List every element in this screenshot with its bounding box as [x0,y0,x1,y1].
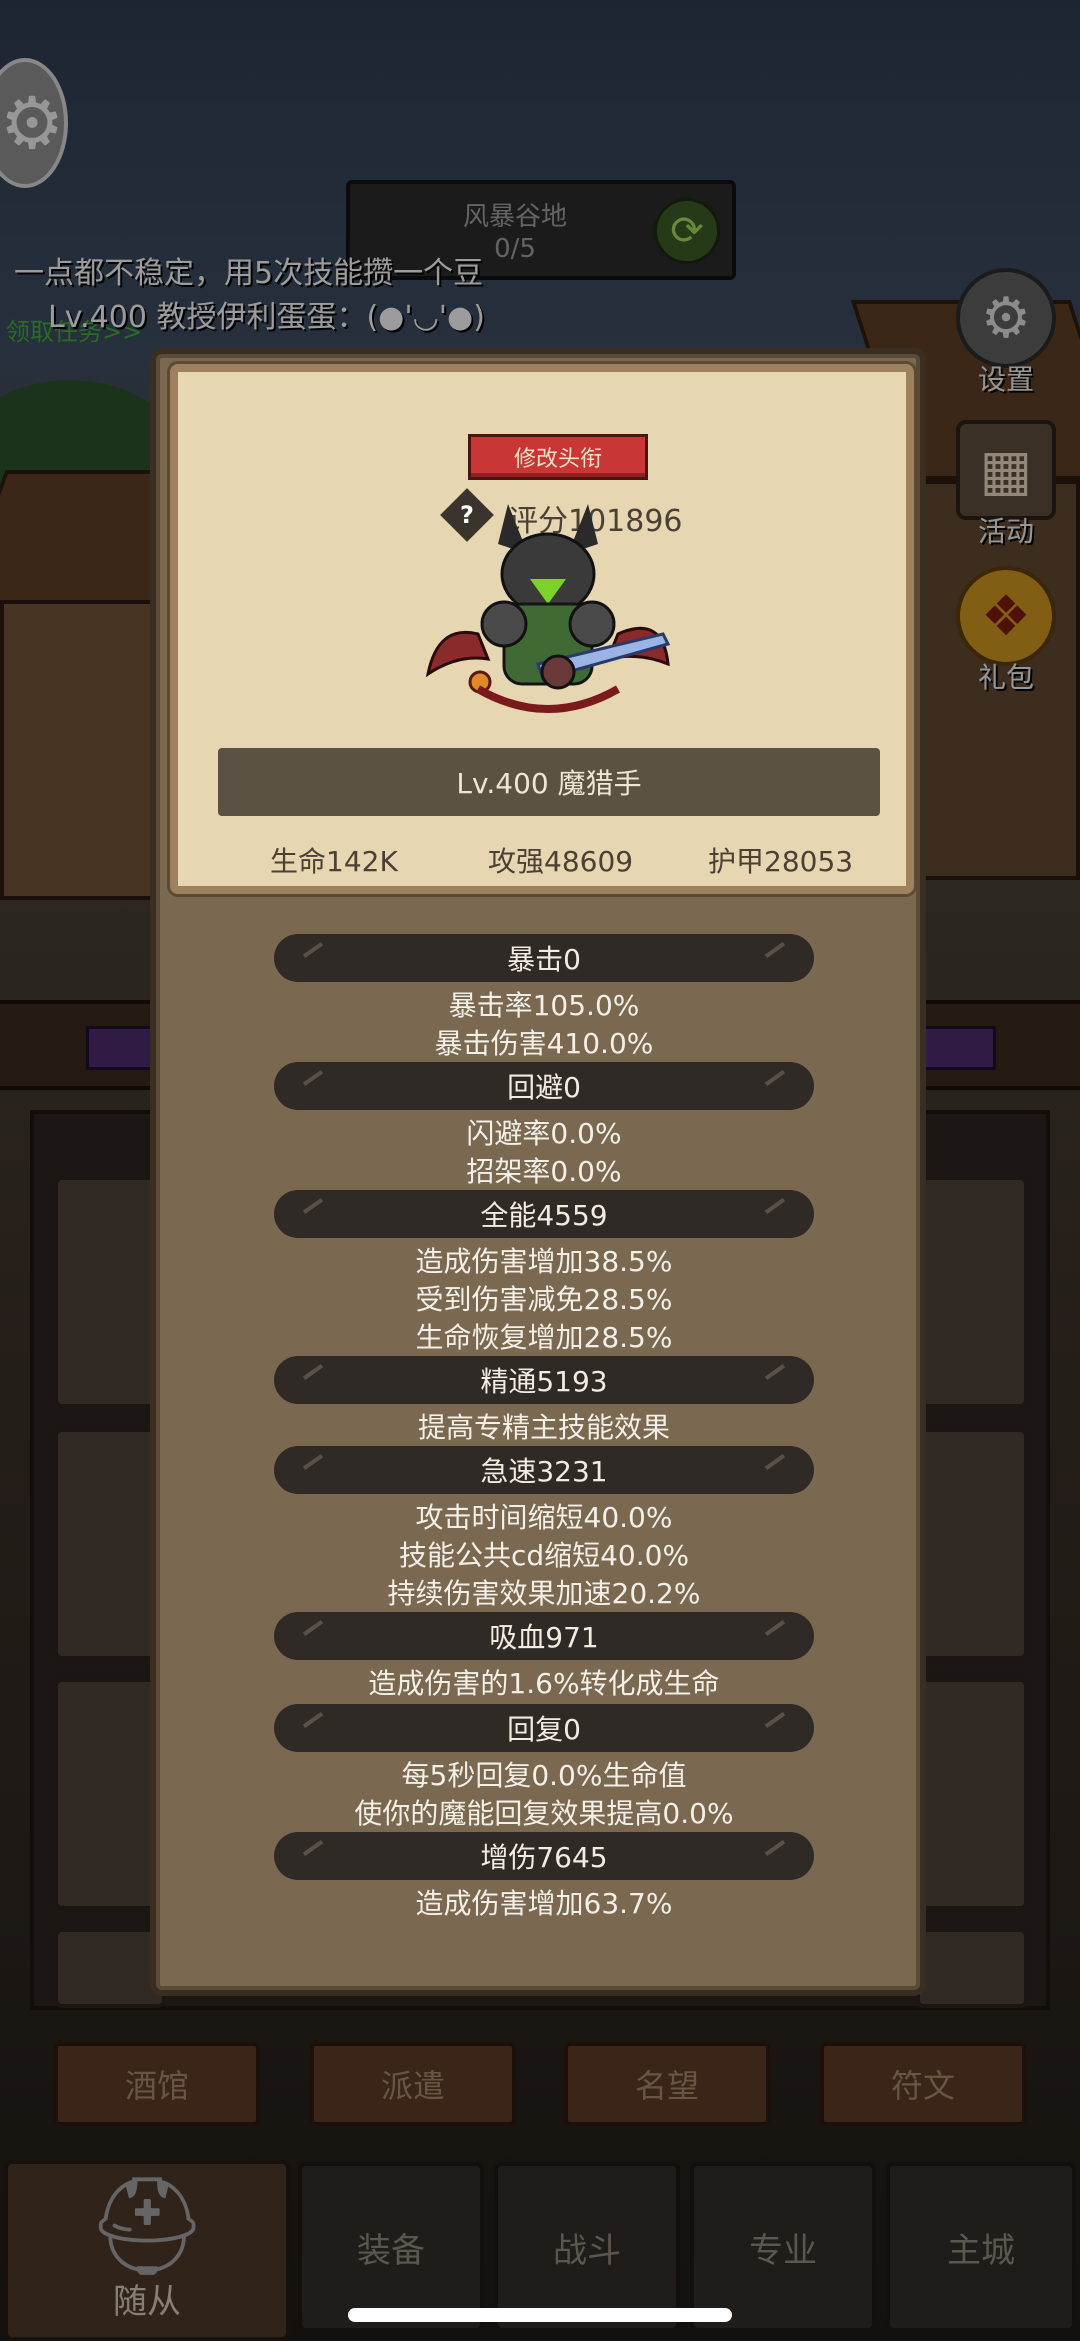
attr-header-crit: 暴击0 [274,934,814,982]
attr-line: 造成伤害增加63.7% [415,1887,673,1920]
attr-line: 闪避率0.0% [466,1117,622,1150]
attr-line: 受到伤害减免28.5% [415,1283,673,1316]
attr-header-lifesteal: 吸血971 [274,1612,814,1660]
attr-line: 使你的魔能回复效果提高0.0% [354,1797,734,1830]
stat-hp: 生命142K [270,845,398,878]
attr-line: 造成伤害的1.6%转化成生命 [368,1667,720,1700]
attr-header-versatility: 全能4559 [274,1190,814,1238]
stat-armor: 护甲28053 [708,845,854,878]
attr-header-haste: 急速3231 [274,1446,814,1494]
attr-line: 每5秒回复0.0%生命值 [401,1759,687,1792]
attr-line: 造成伤害增加38.5% [415,1245,673,1278]
attr-line: 招架率0.0% [466,1155,622,1188]
stat-attack-power: 攻强48609 [488,845,634,878]
attr-header-mastery: 精通5193 [274,1356,814,1404]
attr-line: 生命恢复增加28.5% [415,1321,673,1354]
attr-header-avoidance: 回避0 [274,1062,814,1110]
attr-header-regen: 回复0 [274,1704,814,1752]
change-title-button[interactable]: 修改头衔 [468,434,648,480]
attr-line: 暴击伤害410.0% [434,1027,654,1060]
home-indicator[interactable] [348,2308,732,2322]
hero-name-bar: Lv.400 魔猎手 [218,748,880,816]
attr-line: 提高专精主技能效果 [417,1411,670,1444]
attr-line: 暴击率105.0% [448,989,640,1022]
hero-portrait-card: 修改头衔 ? 评分101896 Lv.400 魔猎手 生命142K 攻强4860… [170,364,914,894]
attr-line: 持续伤害效果加速20.2% [387,1577,701,1610]
attr-header-damage-bonus: 增伤7645 [274,1832,814,1880]
attr-line: 攻击时间缩短40.0% [415,1501,673,1534]
attr-line: 技能公共cd缩短40.0% [398,1539,690,1572]
hero-attributes-popup: 修改头衔 ? 评分101896 Lv.400 魔猎手 生命142K 攻强4860… [150,348,926,1996]
hero-portrait-image [425,504,671,713]
